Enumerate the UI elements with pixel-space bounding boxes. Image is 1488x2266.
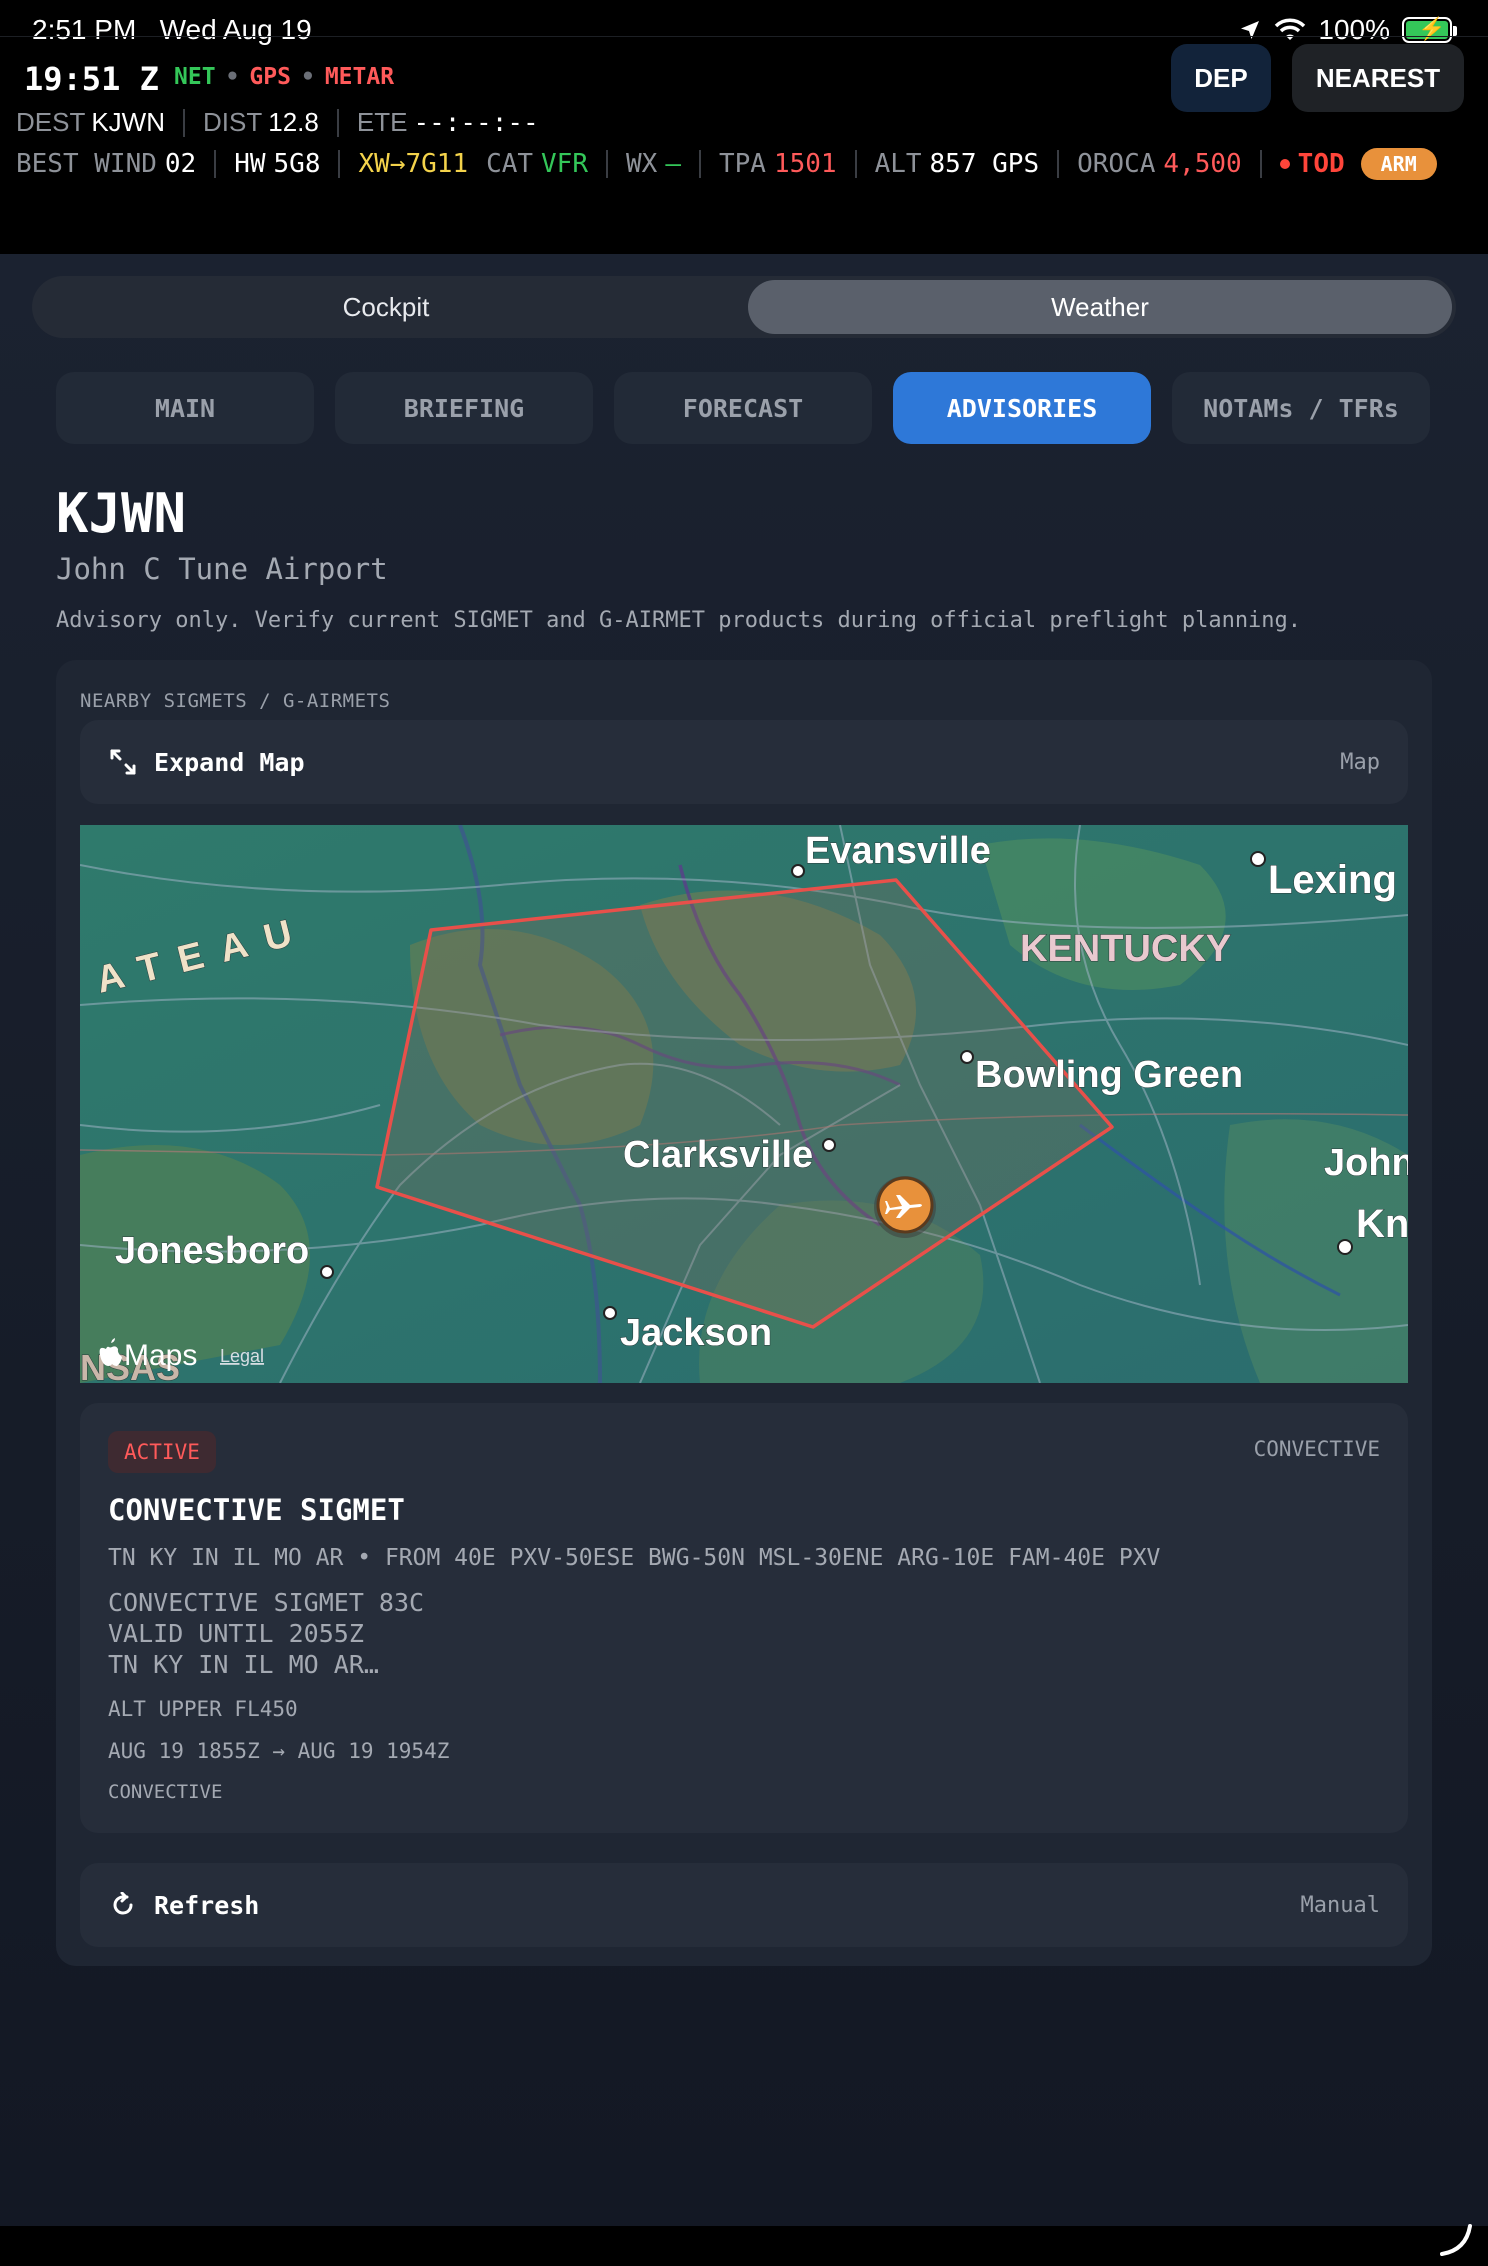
top-bar: 2:51 PM Wed Aug 19 100% ⚡ 19:51 Z NET • … bbox=[0, 0, 1488, 254]
map-label-kentucky: KENTUCKY bbox=[1020, 928, 1231, 970]
source-gps: GPS bbox=[249, 64, 291, 90]
wx-label: WX bbox=[626, 149, 658, 179]
map-label-lexington: Lexing bbox=[1268, 858, 1397, 902]
mode-segmented-control: Cockpit Weather bbox=[32, 276, 1456, 338]
dest-label: DEST bbox=[16, 107, 86, 137]
wx-value: — bbox=[665, 149, 681, 179]
ete-value: --:--:-- bbox=[413, 107, 539, 138]
sigmet-type: CONVECTIVE bbox=[1253, 1437, 1380, 1461]
tab-notams-tfrs[interactable]: NOTAMs / TFRs bbox=[1172, 372, 1430, 444]
oroca-label: OROCA bbox=[1077, 149, 1156, 179]
xw-value: XW→7G11 bbox=[358, 149, 469, 179]
sigmet-raw-line: TN KY IN IL MO AR… bbox=[108, 1650, 379, 1679]
best-wind-value: 02 bbox=[164, 149, 197, 179]
hw-value: 5G8 bbox=[273, 149, 321, 179]
best-wind-label: BEST WIND bbox=[16, 149, 157, 179]
alt-value: 857 GPS bbox=[929, 149, 1040, 179]
sigmet-map[interactable]: Evansville Lexing KENTUCKY Bowling Green… bbox=[80, 825, 1408, 1383]
refresh-label: Refresh bbox=[154, 1890, 260, 1920]
arm-button[interactable]: ARM bbox=[1360, 148, 1437, 180]
system-status: 100% ⚡ bbox=[1238, 14, 1457, 46]
advisory-note: Advisory only. Verify current SIGMET and… bbox=[56, 608, 1302, 633]
sigmet-title: CONVECTIVE SIGMET bbox=[108, 1493, 405, 1527]
map-label-bowling-green: Bowling Green bbox=[975, 1054, 1243, 1096]
sigmet-area: TN KY IN IL MO AR • FROM 40E PXV-50ESE B… bbox=[108, 1545, 1161, 1571]
map-label-kn: Kn bbox=[1356, 1202, 1408, 1246]
expand-map-hint: Map bbox=[1340, 749, 1380, 775]
tab-advisories[interactable]: ADVISORIES bbox=[893, 372, 1151, 444]
sigmet-category: CONVECTIVE bbox=[108, 1781, 223, 1803]
tab-forecast[interactable]: FORECAST bbox=[614, 372, 872, 444]
source-net: NET bbox=[174, 64, 216, 90]
expand-map-button[interactable]: Expand Map Map bbox=[80, 720, 1408, 804]
system-time: 2:51 PM bbox=[32, 14, 137, 45]
flight-info-row: DEST KJWN DIST 12.8 ETE --:--:-- bbox=[16, 107, 539, 138]
refresh-mode: Manual bbox=[1300, 1892, 1380, 1918]
location-icon bbox=[1241, 21, 1260, 39]
map-canvas: Evansville Lexing KENTUCKY Bowling Green… bbox=[80, 825, 1408, 1383]
battery-percent: 100% bbox=[1318, 14, 1390, 45]
weather-tabs: MAIN BRIEFING FORECAST ADVISORIES NOTAMs… bbox=[56, 372, 1430, 444]
sigmet-raw-text: CONVECTIVE SIGMET 83C VALID UNTIL 2055Z … bbox=[108, 1587, 424, 1680]
aircraft-position-icon bbox=[874, 1176, 936, 1238]
sigmet-card: NEARBY SIGMETS / G-AIRMETS Expand Map Ma… bbox=[56, 660, 1432, 1966]
sigmet-detail[interactable]: ACTIVE CONVECTIVE CONVECTIVE SIGMET TN K… bbox=[80, 1403, 1408, 1833]
tpa-value: 1501 bbox=[773, 149, 837, 179]
wind-info-row: BEST WIND 02 HW 5G8 XW→7G11 CAT VFR WX —… bbox=[16, 148, 1437, 180]
airport-name: John C Tune Airport bbox=[56, 552, 388, 586]
legal-link[interactable]: Legal bbox=[220, 1346, 264, 1366]
cat-value: VFR bbox=[541, 149, 588, 179]
resize-handle-icon[interactable] bbox=[1436, 2220, 1476, 2260]
zulu-time: 19:51 Z bbox=[24, 60, 159, 98]
expand-icon bbox=[108, 747, 138, 777]
system-date: Wed Aug 19 bbox=[159, 14, 312, 45]
map-label-jonesboro: Jonesboro bbox=[115, 1230, 309, 1272]
segment-weather[interactable]: Weather bbox=[748, 280, 1452, 334]
tab-briefing[interactable]: BRIEFING bbox=[335, 372, 593, 444]
status-badge: ACTIVE bbox=[108, 1431, 216, 1473]
map-label-john: John bbox=[1324, 1142, 1408, 1184]
map-label-clarksville: Clarksville bbox=[623, 1134, 813, 1176]
cat-label: CAT bbox=[486, 149, 534, 179]
nearest-button[interactable]: NEAREST bbox=[1292, 44, 1464, 112]
wifi-icon bbox=[1275, 18, 1306, 40]
oroca-value: 4,500 bbox=[1163, 149, 1242, 179]
airport-id: KJWN bbox=[56, 482, 187, 545]
tod-label: TOD bbox=[1297, 149, 1345, 179]
refresh-button[interactable]: Refresh Manual bbox=[80, 1863, 1408, 1947]
system-clock: 2:51 PM Wed Aug 19 bbox=[32, 14, 312, 46]
weather-panel: Cockpit Weather MAIN BRIEFING FORECAST A… bbox=[0, 254, 1488, 2226]
source-metar: METAR bbox=[324, 64, 395, 90]
segment-cockpit[interactable]: Cockpit bbox=[36, 280, 736, 334]
refresh-icon bbox=[108, 1890, 138, 1920]
dep-button[interactable]: DEP bbox=[1171, 44, 1271, 112]
map-label-evansville: Evansville bbox=[805, 830, 991, 872]
dest-value: KJWN bbox=[91, 107, 166, 137]
tod-indicator-icon bbox=[1279, 159, 1290, 169]
sigmet-raw-line: CONVECTIVE SIGMET 83C bbox=[108, 1588, 425, 1617]
tpa-label: TPA bbox=[718, 149, 766, 179]
tab-main[interactable]: MAIN bbox=[56, 372, 314, 444]
dist-label: DIST bbox=[203, 107, 263, 137]
battery-icon: ⚡ bbox=[1402, 16, 1457, 43]
hw-label: HW bbox=[234, 149, 266, 179]
expand-map-label: Expand Map bbox=[154, 747, 305, 777]
section-title: NEARBY SIGMETS / G-AIRMETS bbox=[80, 690, 391, 712]
bottom-bar bbox=[0, 2224, 1488, 2266]
sigmet-raw-line: VALID UNTIL 2055Z bbox=[108, 1619, 364, 1648]
alt-label: ALT bbox=[874, 149, 922, 179]
dist-value: 12.8 bbox=[268, 107, 319, 137]
map-label-jackson: Jackson bbox=[620, 1312, 772, 1354]
maps-attribution-label: Maps bbox=[124, 1339, 197, 1372]
ete-label: ETE bbox=[356, 107, 408, 137]
data-sources: NET • GPS • METAR bbox=[174, 64, 395, 90]
sigmet-altitude: ALT UPPER FL450 bbox=[108, 1697, 298, 1721]
sigmet-valid-period: AUG 19 1855Z → AUG 19 1954Z bbox=[108, 1739, 450, 1763]
